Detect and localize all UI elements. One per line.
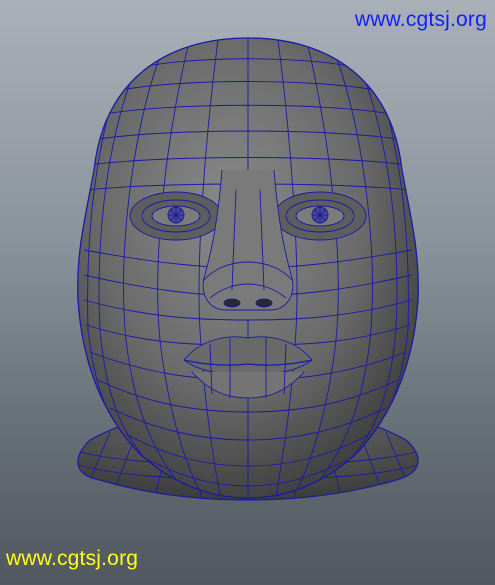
watermark-top: www.cgtsj.org [354, 8, 487, 31]
3d-viewport[interactable]: www.cgtsj.org www.cgtsj.org [0, 0, 495, 585]
head-model[interactable] [0, 0, 495, 585]
watermark-bottom: www.cgtsj.org [6, 547, 139, 570]
right-eye [273, 191, 367, 241]
head-mesh [77, 37, 419, 499]
left-eye [129, 191, 223, 241]
